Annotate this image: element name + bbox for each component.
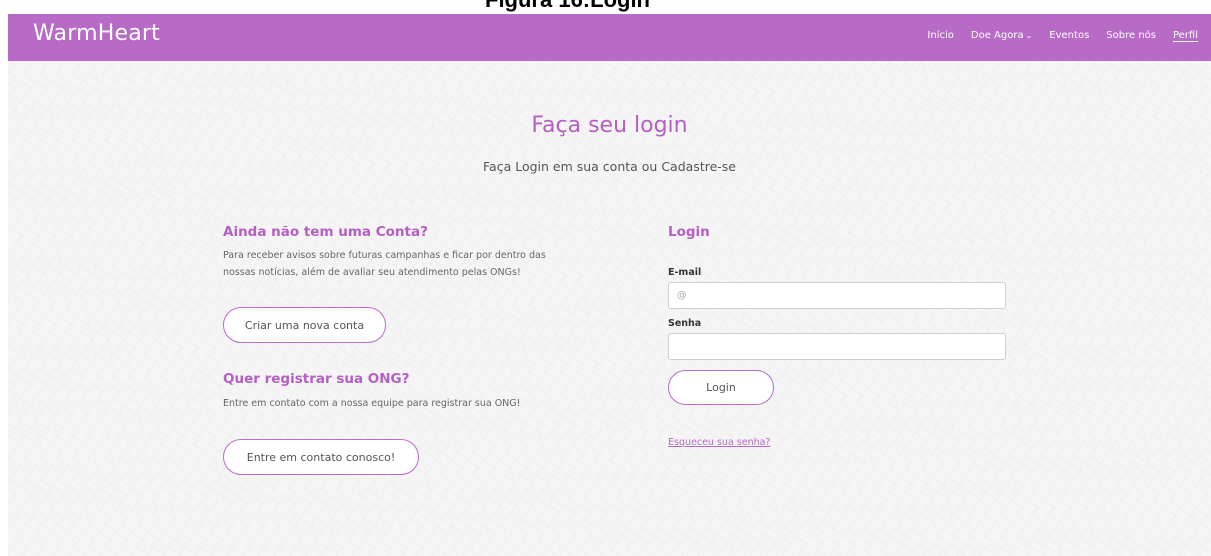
nav-link-inicio[interactable]: Início xyxy=(927,30,953,41)
signup-text-line-2: nossas notícias, além de avaliar seu ate… xyxy=(223,267,521,278)
email-label: E-mail xyxy=(668,267,702,278)
page-frame: WarmHeart Início Doe Agora ⌄ Eventos Sobr… xyxy=(8,14,1211,556)
nav-link-eventos[interactable]: Eventos xyxy=(1049,30,1089,41)
ong-heading: Quer registrar sua ONG? xyxy=(223,371,410,387)
password-label: Senha xyxy=(668,318,702,329)
nav-link-sobre-nos[interactable]: Sobre nós xyxy=(1106,30,1156,41)
chevron-down-icon: ⌄ xyxy=(1025,31,1033,40)
nav-link-doe-agora-label: Doe Agora xyxy=(970,30,1024,41)
nav-link-doe-agora[interactable]: Doe Agora ⌄ xyxy=(971,30,1032,41)
ong-text: Entre em contato com a nossa equipe para… xyxy=(223,398,521,409)
nav-link-perfil[interactable]: Perfil xyxy=(1173,30,1198,41)
page-subtitle: Faça Login em sua conta ou Cadastre-se xyxy=(483,159,736,174)
signup-text-line-1: Para receber avisos sobre futuras campan… xyxy=(223,250,546,261)
signup-heading: Ainda não tem uma Conta? xyxy=(223,224,428,240)
brand-logo[interactable]: WarmHeart xyxy=(33,21,160,46)
create-account-button[interactable]: Criar uma nova conta xyxy=(223,307,386,343)
login-button[interactable]: Login xyxy=(668,370,774,405)
figure-caption: Figura 16:Login xyxy=(0,0,1135,13)
contact-us-button[interactable]: Entre em contato conosco! xyxy=(223,439,419,475)
page-title: Faça seu login xyxy=(531,113,688,138)
navbar: WarmHeart Início Doe Agora ⌄ Eventos Sobr… xyxy=(8,14,1211,61)
signup-text: Para receber avisos sobre futuras campan… xyxy=(223,247,546,281)
email-field[interactable] xyxy=(668,282,1006,309)
password-field[interactable] xyxy=(668,333,1006,360)
nav-links: Início Doe Agora ⌄ Eventos Sobre nós Perf… xyxy=(927,30,1198,41)
login-heading: Login xyxy=(668,224,710,240)
forgot-password-link[interactable]: Esqueceu sua senha? xyxy=(668,437,770,448)
